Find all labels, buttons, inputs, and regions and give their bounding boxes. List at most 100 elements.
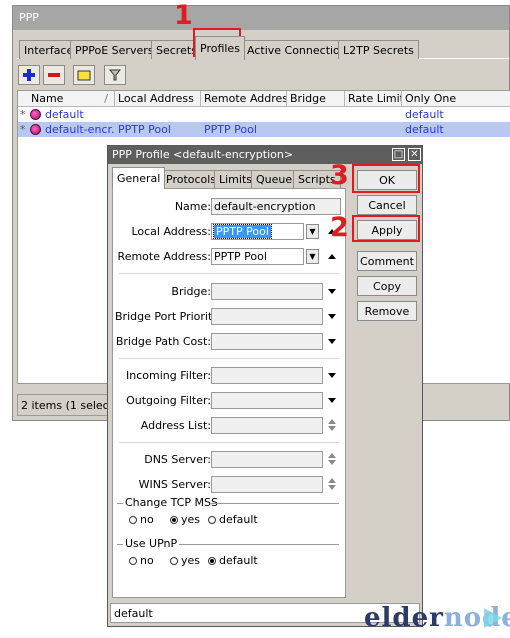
upnp-yes-label: yes <box>181 554 201 567</box>
column-header-name[interactable]: Name / <box>18 91 115 107</box>
annotation-box-2 <box>352 215 420 242</box>
row-only-one: default <box>405 123 444 136</box>
use-upnp-title: Use UPnP <box>123 537 180 550</box>
upnp-default-label: default <box>219 554 258 567</box>
dialog-tab-queue[interactable]: Queue <box>251 170 298 188</box>
spin-icon[interactable] <box>327 453 337 467</box>
comment-button[interactable] <box>73 65 95 85</box>
comment-button[interactable]: Comment <box>357 251 417 271</box>
tcp-mss-no-radio[interactable] <box>129 516 137 524</box>
column-header-rate-limit[interactable]: Rate Limit... <box>345 91 402 107</box>
table-row[interactable]: * default default <box>18 107 510 122</box>
tcp-mss-default-radio[interactable] <box>208 516 216 524</box>
watermark-arrow-icon <box>484 608 502 628</box>
cancel-button[interactable]: Cancel <box>357 195 417 215</box>
bridge-port-priority-label: Bridge Port Priority: <box>115 310 222 323</box>
remove-button[interactable]: Remove <box>357 301 417 321</box>
row-marker: * <box>20 123 26 136</box>
tab-l2tp-secrets[interactable]: L2TP Secrets <box>338 40 419 59</box>
annotation-number-1: 1 <box>174 0 193 31</box>
row-name: default-encr... <box>45 123 115 136</box>
upnp-yes-radio[interactable] <box>170 557 178 565</box>
remote-address-select[interactable]: PPTP Pool <box>211 248 304 265</box>
address-list-label: Address List: <box>140 419 211 432</box>
bridge-port-priority-field[interactable] <box>211 308 323 325</box>
column-header-bridge[interactable]: Bridge <box>287 91 345 107</box>
outgoing-filter-select[interactable] <box>211 392 323 409</box>
close-icon: ✕ <box>410 149 419 160</box>
row-remote-address: PPTP Pool <box>204 123 257 136</box>
name-label: Name: <box>174 200 211 213</box>
separator <box>119 273 339 274</box>
tcp-mss-no-label: no <box>140 513 154 526</box>
address-list-field[interactable] <box>211 417 323 434</box>
comment-icon <box>77 70 91 81</box>
filter-icon <box>109 69 121 81</box>
maximize-button[interactable]: □ <box>392 148 405 161</box>
group-line <box>211 503 339 504</box>
incoming-filter-label: Incoming Filter: <box>126 369 211 382</box>
general-panel: Name: default-encryption Local Address: … <box>112 188 346 598</box>
chevron-down-icon[interactable] <box>328 289 336 294</box>
tcp-mss-yes-radio[interactable] <box>170 516 178 524</box>
remove-icon <box>48 73 60 77</box>
column-header-remote-address[interactable]: Remote Address <box>201 91 287 107</box>
table-row-selected[interactable]: * default-encr... PPTP Pool PPTP Pool de… <box>18 122 510 137</box>
header-label: Name <box>31 92 64 105</box>
spin-icon[interactable] <box>327 478 337 492</box>
local-address-value: PPTP Pool <box>213 224 272 239</box>
outgoing-filter-label: Outgoing Filter: <box>126 394 211 407</box>
add-button[interactable] <box>18 65 40 85</box>
collapse-icon[interactable] <box>328 254 336 259</box>
chevron-down-icon[interactable] <box>328 373 336 378</box>
sort-icon: / <box>104 92 108 105</box>
dialog-tab-protocols[interactable]: Protocols <box>161 170 222 188</box>
incoming-filter-select[interactable] <box>211 367 323 384</box>
chevron-down-icon[interactable] <box>328 398 336 403</box>
chevron-down-icon[interactable] <box>328 339 336 344</box>
remote-address-dropdown[interactable]: ▼ <box>306 249 319 264</box>
tcp-mss-default-label: default <box>219 513 258 526</box>
close-button[interactable]: ✕ <box>408 148 421 161</box>
group-line <box>179 544 339 545</box>
wins-server-field[interactable] <box>211 476 323 493</box>
row-local-address: PPTP Pool <box>118 123 171 136</box>
upnp-no-radio[interactable] <box>129 557 137 565</box>
tab-pppoe-servers[interactable]: PPPoE Servers <box>70 40 159 59</box>
upnp-default-radio[interactable] <box>208 557 216 565</box>
annotation-number-2: 2 <box>330 212 349 243</box>
bridge-path-cost-field[interactable] <box>211 333 323 350</box>
local-address-label: Local Address: <box>131 225 211 238</box>
spin-icon[interactable] <box>327 419 337 433</box>
status-bar: 2 items (1 selected) <box>17 394 131 416</box>
copy-button[interactable]: Copy <box>357 276 417 296</box>
annotation-number-3: 3 <box>330 160 349 191</box>
row-name: default <box>45 108 84 121</box>
chevron-down-icon: ▼ <box>309 252 316 261</box>
local-address-select[interactable]: PPTP Pool <box>211 223 304 240</box>
chevron-down-icon[interactable] <box>328 314 336 319</box>
local-address-dropdown[interactable]: ▼ <box>306 224 319 239</box>
wins-server-label: WINS Server: <box>138 478 211 491</box>
annotation-box-3 <box>352 164 420 193</box>
bridge-path-cost-label: Bridge Path Cost: <box>115 335 211 348</box>
watermark-part-1: elder <box>364 603 444 633</box>
change-tcp-mss-title: Change TCP MSS <box>123 496 220 509</box>
name-field[interactable]: default-encryption <box>211 198 341 215</box>
tab-profiles[interactable]: Profiles <box>195 36 245 60</box>
window-title: PPP <box>13 6 509 30</box>
profile-icon <box>30 124 41 135</box>
separator <box>119 442 339 443</box>
dns-server-field[interactable] <box>211 451 323 468</box>
bridge-select[interactable] <box>211 283 323 300</box>
remove-button[interactable] <box>43 65 65 85</box>
upnp-no-label: no <box>140 554 154 567</box>
column-header-only-one[interactable]: Only One <box>402 91 510 107</box>
dialog-tab-general[interactable]: General <box>112 167 166 189</box>
dialog-title: PPP Profile <default-encryption> <box>108 146 422 164</box>
column-header-local-address[interactable]: Local Address <box>115 91 201 107</box>
filter-button[interactable] <box>104 65 126 85</box>
tcp-mss-yes-label: yes <box>181 513 201 526</box>
row-marker: * <box>20 108 26 121</box>
separator <box>119 358 339 359</box>
